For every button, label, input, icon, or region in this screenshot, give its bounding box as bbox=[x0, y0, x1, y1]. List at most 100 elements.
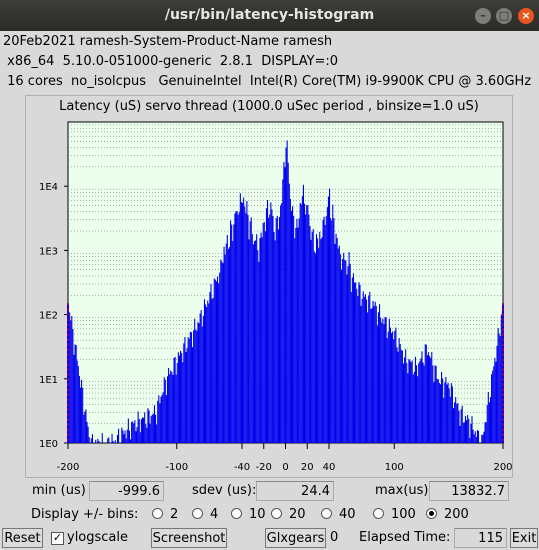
bins-label: Display +/- bins: bbox=[31, 507, 139, 522]
histogram-bar bbox=[301, 196, 303, 443]
histogram-bar bbox=[121, 427, 123, 443]
histogram-bar bbox=[91, 434, 94, 443]
histogram-bar bbox=[334, 243, 336, 443]
radio-dot[interactable] bbox=[271, 508, 282, 519]
histogram-bar bbox=[270, 202, 272, 443]
histogram-bar bbox=[112, 441, 114, 443]
radio-label: 4 bbox=[210, 507, 219, 522]
histogram-bar bbox=[124, 430, 126, 443]
glxgears-button[interactable]: Glxgears bbox=[265, 528, 326, 548]
bins-radio-20[interactable]: 20 bbox=[271, 507, 306, 522]
max-label: max(us) bbox=[375, 483, 429, 498]
histogram-bar bbox=[237, 214, 239, 443]
histogram-bar bbox=[283, 162, 285, 443]
x-tick-label: -20 bbox=[256, 462, 272, 473]
histogram-bar bbox=[177, 352, 179, 443]
histogram-bar bbox=[380, 317, 382, 443]
radio-dot[interactable] bbox=[321, 508, 332, 519]
histogram-bar bbox=[144, 412, 146, 443]
histogram-bar bbox=[281, 203, 283, 443]
histogram-bar bbox=[483, 431, 485, 443]
histogram-bar bbox=[171, 372, 173, 443]
histogram-bar bbox=[452, 408, 455, 443]
histogram-bar bbox=[474, 431, 476, 443]
histogram-bar bbox=[332, 204, 334, 443]
histogram-bar bbox=[482, 434, 484, 443]
radio-dot[interactable] bbox=[373, 508, 384, 519]
bins-radio-4[interactable]: 4 bbox=[192, 507, 218, 522]
histogram-bar bbox=[174, 356, 176, 443]
histogram-bar bbox=[203, 299, 206, 443]
histogram-bar bbox=[487, 392, 489, 443]
histogram-bar bbox=[76, 360, 78, 443]
histogram-bar bbox=[286, 140, 288, 443]
histogram-bar bbox=[226, 235, 228, 443]
radio-dot[interactable] bbox=[231, 508, 242, 519]
histogram-bar bbox=[118, 428, 120, 443]
histogram-bar bbox=[132, 421, 134, 443]
sdev-value: 24.4 bbox=[256, 481, 334, 501]
histogram-bar bbox=[441, 371, 443, 443]
histogram-bar bbox=[500, 314, 502, 443]
histogram-bar bbox=[257, 250, 259, 443]
histogram-bar bbox=[392, 331, 394, 443]
y-tick-label: 1E3 bbox=[39, 246, 58, 257]
histogram-bar bbox=[282, 179, 284, 443]
histogram-chart: 1E01E11E21E31E4-200 -100 -40 -20 0 20 40 100 200 bbox=[39, 121, 513, 473]
elapsed-value: 115 bbox=[454, 528, 507, 548]
histogram-bar bbox=[429, 356, 431, 443]
histogram-bar bbox=[425, 344, 427, 443]
histogram-bar bbox=[446, 384, 448, 443]
histogram-bar bbox=[81, 379, 83, 443]
histogram-bar bbox=[358, 282, 360, 443]
screenshot-button[interactable]: Screenshot bbox=[151, 528, 227, 548]
bins-radio-100[interactable]: 100 bbox=[373, 507, 416, 522]
bins-radio-10[interactable]: 10 bbox=[231, 507, 266, 522]
radio-dot[interactable] bbox=[152, 508, 163, 519]
radio-label: 40 bbox=[339, 507, 356, 522]
histogram-bar bbox=[362, 291, 364, 443]
histogram-bar bbox=[83, 414, 85, 443]
histogram-bar bbox=[472, 429, 474, 443]
histogram-bar bbox=[135, 431, 137, 443]
histogram-bar bbox=[338, 245, 340, 443]
histogram-bar bbox=[337, 248, 339, 443]
bins-radio-200[interactable]: 200 bbox=[426, 507, 469, 522]
histogram-bar bbox=[447, 382, 449, 443]
histogram-bar bbox=[73, 354, 75, 443]
histogram-bar bbox=[161, 394, 163, 443]
histogram-bar bbox=[494, 357, 496, 443]
histogram-bar bbox=[371, 308, 373, 443]
histogram-bar bbox=[413, 371, 415, 443]
histogram-bar bbox=[388, 318, 390, 443]
histogram-bar bbox=[148, 410, 150, 443]
radio-dot[interactable] bbox=[426, 508, 437, 519]
histogram-bar bbox=[236, 211, 238, 443]
max-value: 13832.7 bbox=[429, 481, 509, 501]
histogram-bar bbox=[262, 222, 264, 443]
histogram-bar bbox=[445, 377, 447, 443]
histogram-bar bbox=[461, 405, 463, 443]
x-tick-label: -100 bbox=[165, 462, 188, 473]
histogram-bar bbox=[426, 355, 428, 443]
histogram-bar bbox=[436, 379, 438, 443]
histogram-bar bbox=[497, 327, 499, 443]
reset-button[interactable]: Reset bbox=[2, 528, 43, 548]
histogram-bar bbox=[181, 352, 183, 443]
histogram-bar bbox=[271, 209, 273, 443]
histogram-bar bbox=[297, 227, 299, 443]
ylogscale-checkbox[interactable]: ✓ bbox=[51, 532, 64, 545]
radio-dot[interactable] bbox=[192, 508, 203, 519]
histogram-bar bbox=[459, 425, 461, 443]
exit-button[interactable]: Exit bbox=[510, 528, 538, 548]
histogram-bar bbox=[234, 213, 236, 443]
histogram-bar bbox=[300, 204, 302, 443]
bins-radio-40[interactable]: 40 bbox=[321, 507, 356, 522]
histogram-bar bbox=[329, 188, 331, 443]
histogram-bar bbox=[221, 261, 223, 443]
histogram-bar bbox=[69, 312, 71, 443]
histogram-bar bbox=[323, 216, 325, 443]
bins-radio-2[interactable]: 2 bbox=[152, 507, 178, 522]
histogram-bar bbox=[349, 263, 351, 443]
histogram-bar bbox=[269, 214, 271, 443]
